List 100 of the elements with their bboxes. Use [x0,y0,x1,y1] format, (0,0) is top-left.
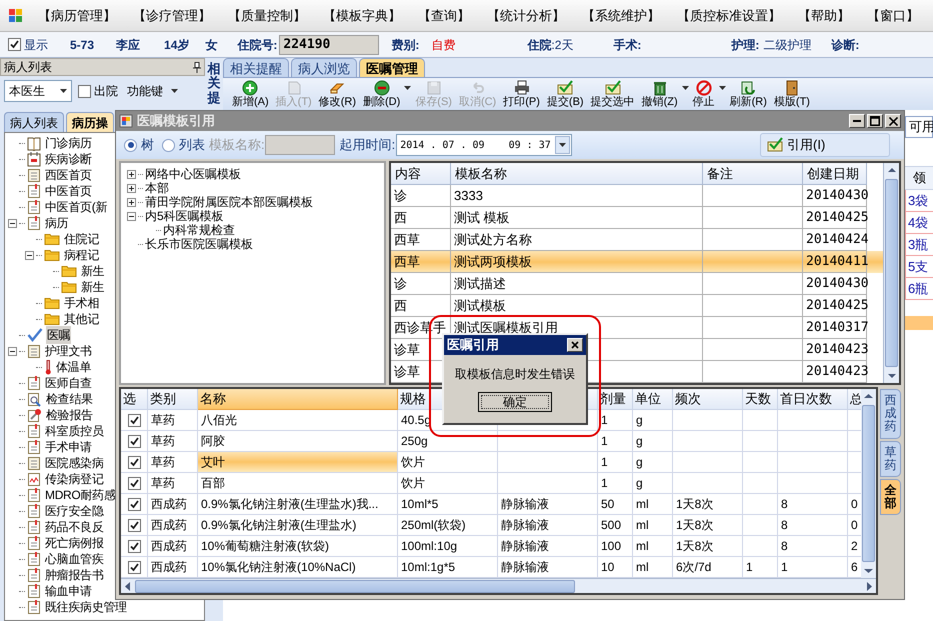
menu-item[interactable]: 【模板字典】 [321,6,403,26]
toolbar-button[interactable]: 停止 [690,80,718,108]
pin-icon[interactable] [193,62,201,72]
vertical-tab[interactable]: 西成药 [880,389,901,439]
selected-row[interactable]: 西草 测试两项模板 20140411 [391,251,883,273]
expand-icon[interactable] [127,170,136,178]
menu-item[interactable]: 【查询】 [416,6,472,26]
collapse-icon[interactable] [8,346,17,356]
menu-item[interactable]: 【诊疗管理】 [131,6,213,26]
tree-item[interactable]: 西医首页 [44,166,93,184]
admission-number-field[interactable]: 224190 [279,34,380,54]
column-header[interactable]: 内容 [391,163,451,185]
tab[interactable]: 病人列表 [4,112,64,132]
ok-button[interactable]: 确定 [478,392,552,412]
date-time-field[interactable]: 2014 . 07 . 09 09 : 37 [396,134,572,156]
menu-item[interactable]: 【系统维护】 [580,6,662,26]
vertical-scrollbar[interactable] [861,389,876,578]
tree-item[interactable]: 医嘱 [46,326,72,344]
checkbox[interactable] [128,476,140,490]
menu-item[interactable]: 【病历管理】 [36,6,118,26]
radio-button[interactable] [162,138,175,152]
toolbar-button[interactable]: 删除(D) [360,80,404,108]
column-header[interactable]: 选 [121,389,148,410]
checkbox[interactable] [128,456,140,468]
dropdown-button[interactable] [555,136,570,154]
maximize-button[interactable] [867,114,883,128]
tree-item[interactable]: 中医首页(新 [44,198,108,216]
menu-item[interactable]: 【窗口】 [865,6,921,26]
checkbox[interactable] [128,540,140,552]
column-header[interactable]: 首日次数 [778,389,848,410]
tree-item[interactable]: 检验报告 [45,406,94,424]
menu-item[interactable]: 【统计分析】 [485,6,567,26]
collapse-icon[interactable] [127,212,136,220]
minimize-button[interactable] [849,114,865,128]
tree-item[interactable]: 手术申请 [44,438,93,456]
menu-item[interactable]: 【帮助】 [796,6,852,26]
tree-item[interactable]: 既往疾病史管理 [44,598,128,616]
tree-item[interactable]: MDRO耐药感 [44,486,117,504]
template-name-field[interactable] [264,135,335,155]
collapse-icon[interactable] [25,250,34,260]
tree-item[interactable]: 手术相 [63,294,100,312]
tab[interactable]: 病人浏览 [291,58,357,77]
column-header[interactable]: 单位 [633,389,673,410]
tree-item[interactable]: 传染病登记 [44,470,105,488]
checkbox[interactable] [8,38,21,51]
doctor-dropdown[interactable]: 本医生 [4,80,72,102]
column-header[interactable]: 模板名称 [451,163,703,185]
toolbar-button[interactable]: 提交(B) [544,80,587,108]
toolbar-button[interactable]: 模版(T) [770,80,813,108]
tree-item[interactable]: 新生 [80,278,106,296]
tree-item[interactable]: 死亡病例报 [44,534,105,552]
menu-item[interactable]: 【质量控制】 [226,6,308,26]
tree-item[interactable]: 药品不良反 [44,518,105,536]
horizontal-scrollbar[interactable] [121,578,876,593]
toolbar-button[interactable]: 新增(A) [229,80,272,108]
column-header[interactable]: 备注 [703,163,803,185]
tree-item[interactable]: 护理文书 [44,342,93,360]
checkbox[interactable] [128,560,140,574]
column-header[interactable]: 类别 [148,389,198,410]
cite-button[interactable]: 引用(I) [760,133,890,157]
column-header[interactable]: 频次 [673,389,743,410]
tab[interactable]: 相关提醒 [223,58,289,77]
tree-item[interactable]: 科室质控员 [44,422,105,440]
toolbar-button[interactable]: 打印(P) [500,80,543,108]
tab[interactable]: 医嘱管理 [359,58,425,77]
toolbar-button[interactable]: 修改(R) [316,80,359,108]
tree-item[interactable]: 新生 [80,262,106,280]
tree-item[interactable]: 疾病诊断 [44,150,93,168]
close-button[interactable] [885,114,901,128]
tree-item[interactable]: 医疗安全隐 [44,502,105,520]
expand-icon[interactable] [127,184,136,192]
tree-item[interactable]: 检查结果 [45,390,94,408]
tree-item[interactable]: 住院记 [63,230,100,248]
tab[interactable]: 病历操 [66,112,114,132]
vertical-tab[interactable]: 草药 [880,440,901,477]
tree-item[interactable]: 输血申请 [44,582,93,600]
toolbar-button[interactable]: 撤销(Z) [638,80,681,108]
toolbar-button[interactable]: 提交选中 [588,80,638,108]
menu-item[interactable]: 【质控标准设置】 [675,6,783,26]
column-header[interactable]: 天数 [743,389,778,410]
tree-item[interactable]: 医师自查 [44,374,93,392]
tree-item[interactable]: 心脑血管疾 [44,550,105,568]
tree-item[interactable]: 病历 [44,214,70,232]
tree-item[interactable]: 中医首页 [44,182,93,200]
checkbox[interactable] [128,518,140,532]
toolbar-button[interactable]: 刷新(R) [726,80,770,108]
expand-icon[interactable] [127,198,136,206]
column-header[interactable]: 名称 [198,389,398,410]
tree-item[interactable]: 体温单 [55,358,92,376]
tree-item[interactable]: 病程记 [63,246,100,264]
close-button[interactable] [567,338,583,352]
column-header[interactable]: 创建日期 [803,163,867,185]
function-key-button[interactable]: 功能键 [127,82,178,100]
vertical-scrollbar[interactable] [883,163,899,383]
collapse-icon[interactable] [8,218,17,228]
tree-item[interactable]: 肿瘤报告书 [44,566,105,584]
checkbox[interactable] [78,84,91,98]
checkbox[interactable] [128,498,140,510]
radio-button[interactable] [124,138,137,152]
column-header[interactable]: 剂量 [598,389,633,410]
